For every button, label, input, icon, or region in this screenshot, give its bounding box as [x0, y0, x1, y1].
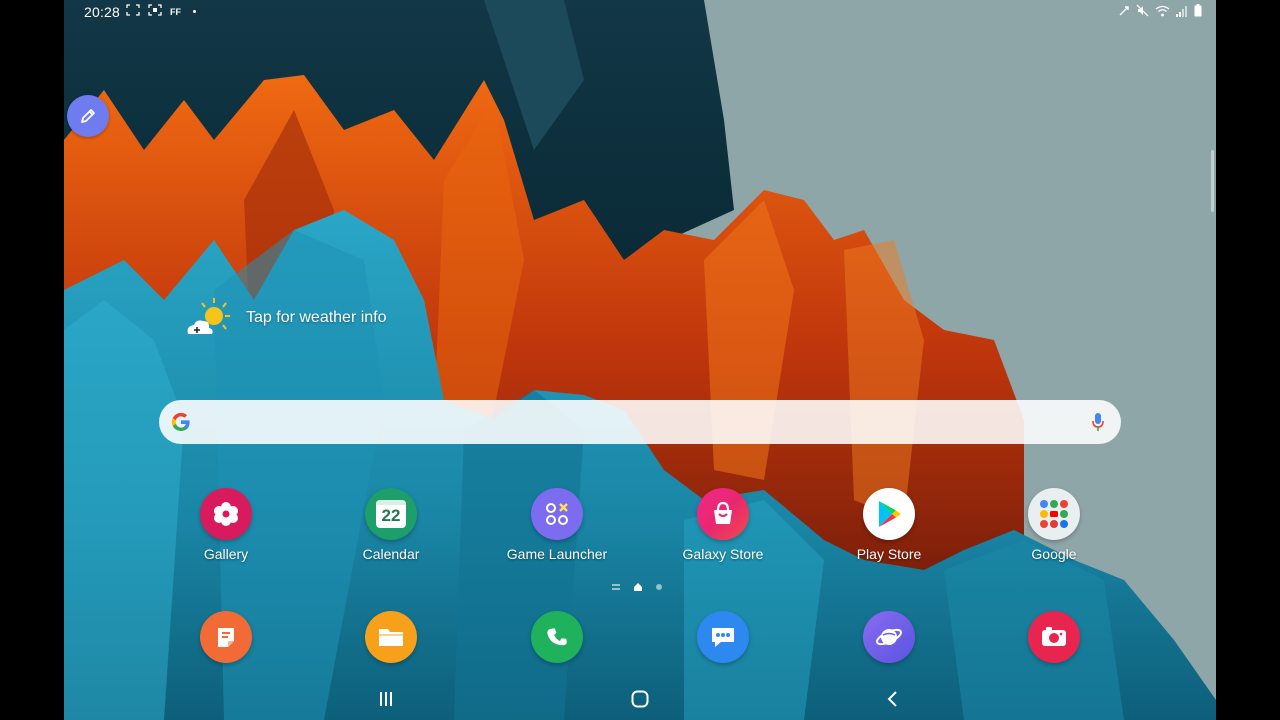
home-page-dot-icon — [634, 583, 642, 591]
app-google-folder[interactable]: Google — [999, 488, 1109, 562]
page-indicator[interactable] — [612, 583, 662, 591]
app-game-launcher[interactable]: Game Launcher — [502, 488, 612, 562]
weather-widget[interactable]: Tap for weather info — [180, 294, 387, 342]
my-files-icon — [365, 611, 417, 663]
status-left-icons: FF — [126, 4, 196, 19]
back-button[interactable] — [878, 688, 908, 710]
nfc-icon — [1118, 4, 1130, 20]
messages-icon — [697, 611, 749, 663]
home-icon — [631, 690, 649, 708]
pen-icon — [81, 109, 95, 123]
search-input[interactable] — [203, 408, 1067, 438]
weather-sun-cloud-icon — [187, 298, 230, 334]
app-label: Google — [1031, 546, 1077, 562]
dock-samsung-internet[interactable] — [834, 611, 944, 663]
gallery-icon — [200, 488, 252, 540]
ff-icon: FF — [170, 6, 181, 17]
app-label: Game Launcher — [506, 546, 608, 562]
dock-samsung-notes[interactable] — [171, 611, 281, 663]
signal-icon — [1176, 4, 1188, 20]
app-label: Calendar — [362, 546, 420, 562]
page-indicator-menu-icon — [612, 584, 620, 590]
app-label: Gallery — [203, 546, 249, 562]
play-store-icon — [863, 488, 915, 540]
calendar-day: 22 — [381, 506, 401, 525]
wifi-icon — [1155, 4, 1170, 20]
recents-icon — [380, 692, 392, 706]
game-launcher-icon — [531, 488, 583, 540]
app-label: Galaxy Store — [682, 546, 764, 562]
weather-label: Tap for weather info — [246, 309, 387, 326]
home-button[interactable] — [625, 688, 655, 710]
dock-camera[interactable] — [999, 611, 1109, 663]
app-play-store[interactable]: Play Store — [834, 488, 944, 562]
google-g-icon — [171, 412, 190, 431]
status-time: 20:28 — [84, 4, 121, 20]
dock-messages[interactable] — [668, 611, 778, 663]
status-right-icons — [1118, 4, 1202, 20]
google-folder-icon — [1028, 488, 1080, 540]
dock-phone[interactable] — [502, 611, 612, 663]
battery-icon — [1194, 4, 1202, 20]
google-search-bar[interactable] — [159, 400, 1121, 444]
app-label: Play Store — [856, 546, 922, 562]
back-icon — [887, 691, 897, 707]
recents-button[interactable] — [371, 688, 401, 710]
status-bar: 20:28 FF — [64, 0, 1216, 26]
app-gallery[interactable]: Gallery — [171, 488, 281, 562]
home-screen: 20:28 FF Tap for weather info Gallery 22… — [64, 0, 1216, 720]
edge-panel-pen-button[interactable] — [67, 95, 109, 137]
samsung-notes-icon — [200, 611, 252, 663]
screenshot-icon — [126, 4, 140, 19]
app-calendar[interactable]: 22 Calendar — [336, 488, 446, 562]
screen-recorder-icon — [148, 4, 162, 19]
app-galaxy-store[interactable]: Galaxy Store — [668, 488, 778, 562]
samsung-internet-icon — [863, 611, 915, 663]
navigation-bar — [64, 678, 1216, 720]
notification-dot-icon — [193, 10, 196, 13]
phone-icon — [531, 611, 583, 663]
edge-panel-handle[interactable] — [1211, 150, 1214, 212]
camera-icon — [1028, 611, 1080, 663]
mic-icon[interactable] — [1091, 412, 1105, 432]
galaxy-store-icon — [697, 488, 749, 540]
page-dot — [656, 584, 662, 590]
calendar-icon: 22 — [365, 488, 417, 540]
mute-icon — [1136, 4, 1149, 20]
dock-my-files[interactable] — [336, 611, 446, 663]
